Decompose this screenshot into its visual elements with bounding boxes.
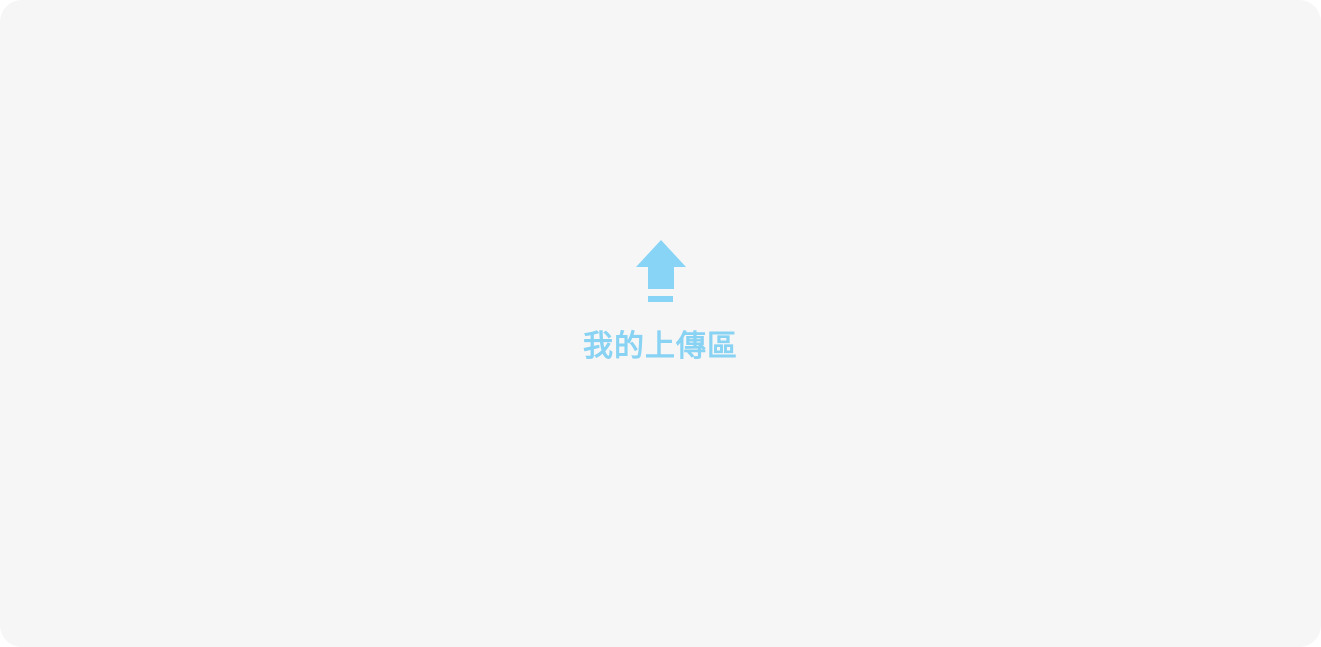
upload-arrow-icon — [635, 240, 686, 303]
upload-content: 我的上傳區 — [0, 240, 1321, 365]
upload-drop-zone[interactable]: 我的上傳區 — [0, 0, 1321, 647]
upload-area-label: 我的上傳區 — [583, 329, 738, 364]
